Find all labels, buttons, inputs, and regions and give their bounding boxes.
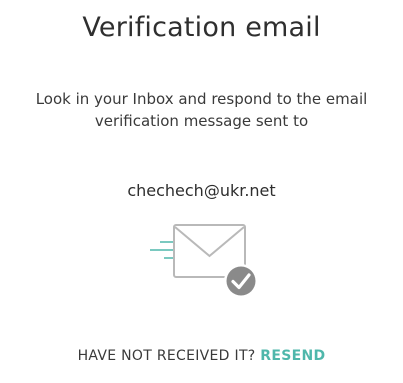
recipient-email: chechech@ukr.net (127, 181, 276, 200)
envelope-with-checkmark-icon (144, 218, 264, 304)
verification-instructions: Look in your Inbox and respond to the em… (35, 90, 368, 130)
page-title: Verification email (82, 12, 321, 43)
envelope-illustration (150, 224, 258, 298)
not-received-prompt: HAVE NOT RECEIVED IT? (77, 348, 256, 364)
motion-lines-icon (150, 241, 174, 259)
verification-email-page: Verification email Look in your Inbox an… (0, 0, 403, 383)
resend-link[interactable]: RESEND (260, 348, 325, 364)
check-badge-icon (224, 264, 258, 298)
resend-footer: HAVE NOT RECEIVED IT? RESEND (0, 346, 403, 366)
